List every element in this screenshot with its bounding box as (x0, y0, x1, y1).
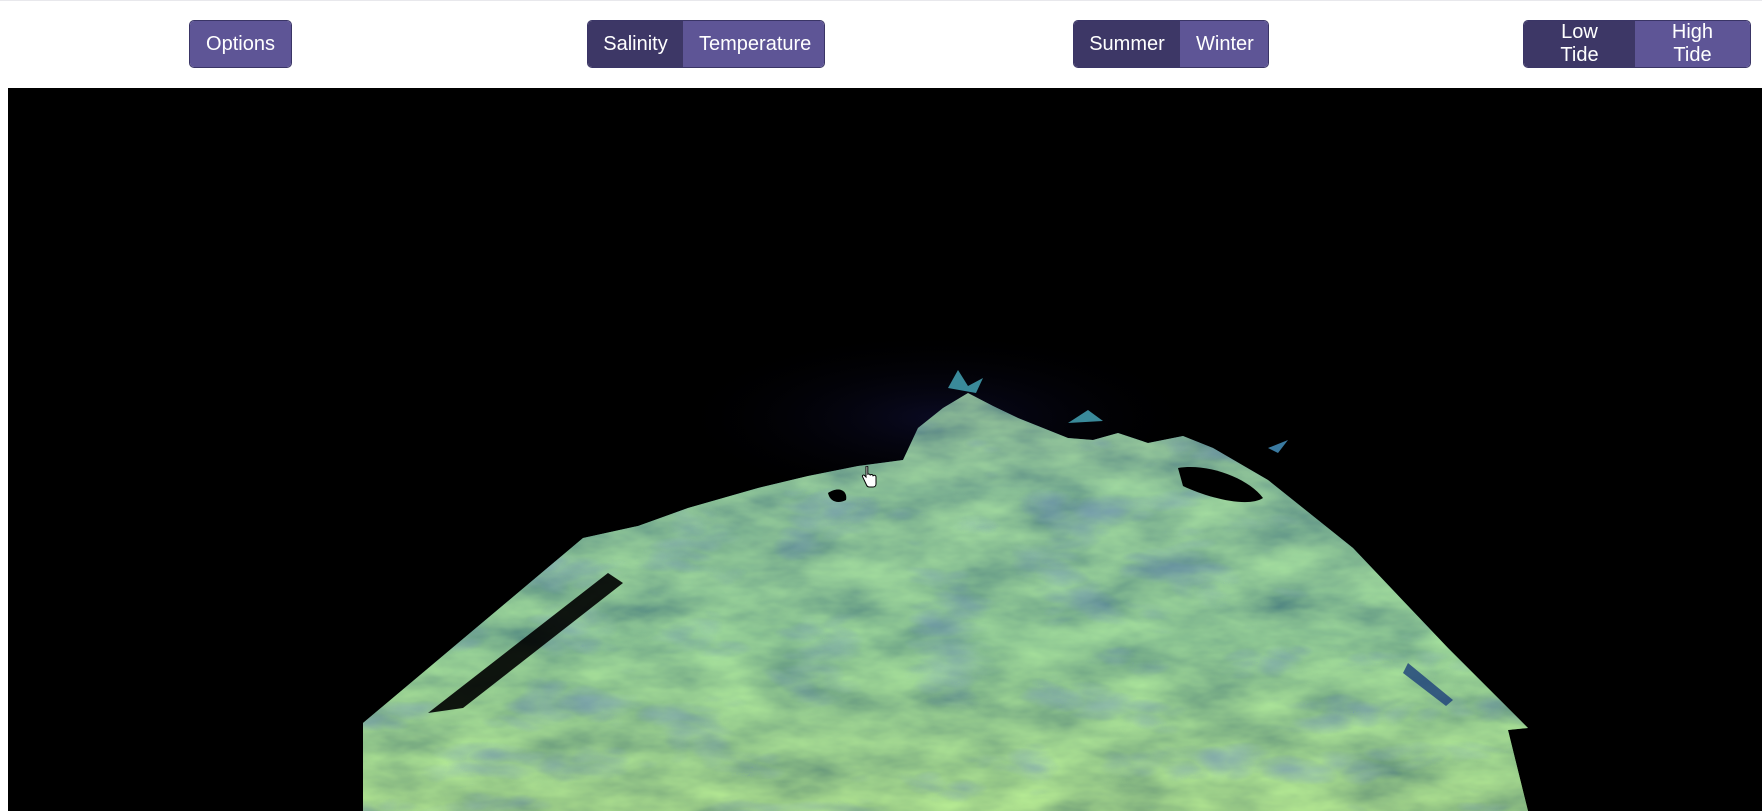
high-tide-button[interactable]: High Tide (1635, 21, 1750, 67)
ocean-surface (363, 393, 1528, 811)
options-button[interactable]: Options (190, 21, 291, 67)
winter-button[interactable]: Winter (1180, 21, 1268, 67)
options-button-group: Options (189, 20, 292, 68)
toolbar: Options Salinity Temperature Summer Wint… (0, 0, 1762, 88)
temperature-button[interactable]: Temperature (683, 21, 824, 67)
volume-render[interactable] (8, 88, 1762, 811)
season-toggle: Summer Winter (1073, 20, 1269, 68)
variable-toggle: Salinity Temperature (587, 20, 825, 68)
tide-toggle: Low Tide High Tide (1523, 20, 1751, 68)
hand-pointer-icon (861, 466, 877, 488)
3d-volume-viewport[interactable] (8, 88, 1762, 811)
summer-button[interactable]: Summer (1074, 21, 1180, 67)
salinity-button[interactable]: Salinity (588, 21, 683, 67)
low-tide-button[interactable]: Low Tide (1524, 21, 1635, 67)
